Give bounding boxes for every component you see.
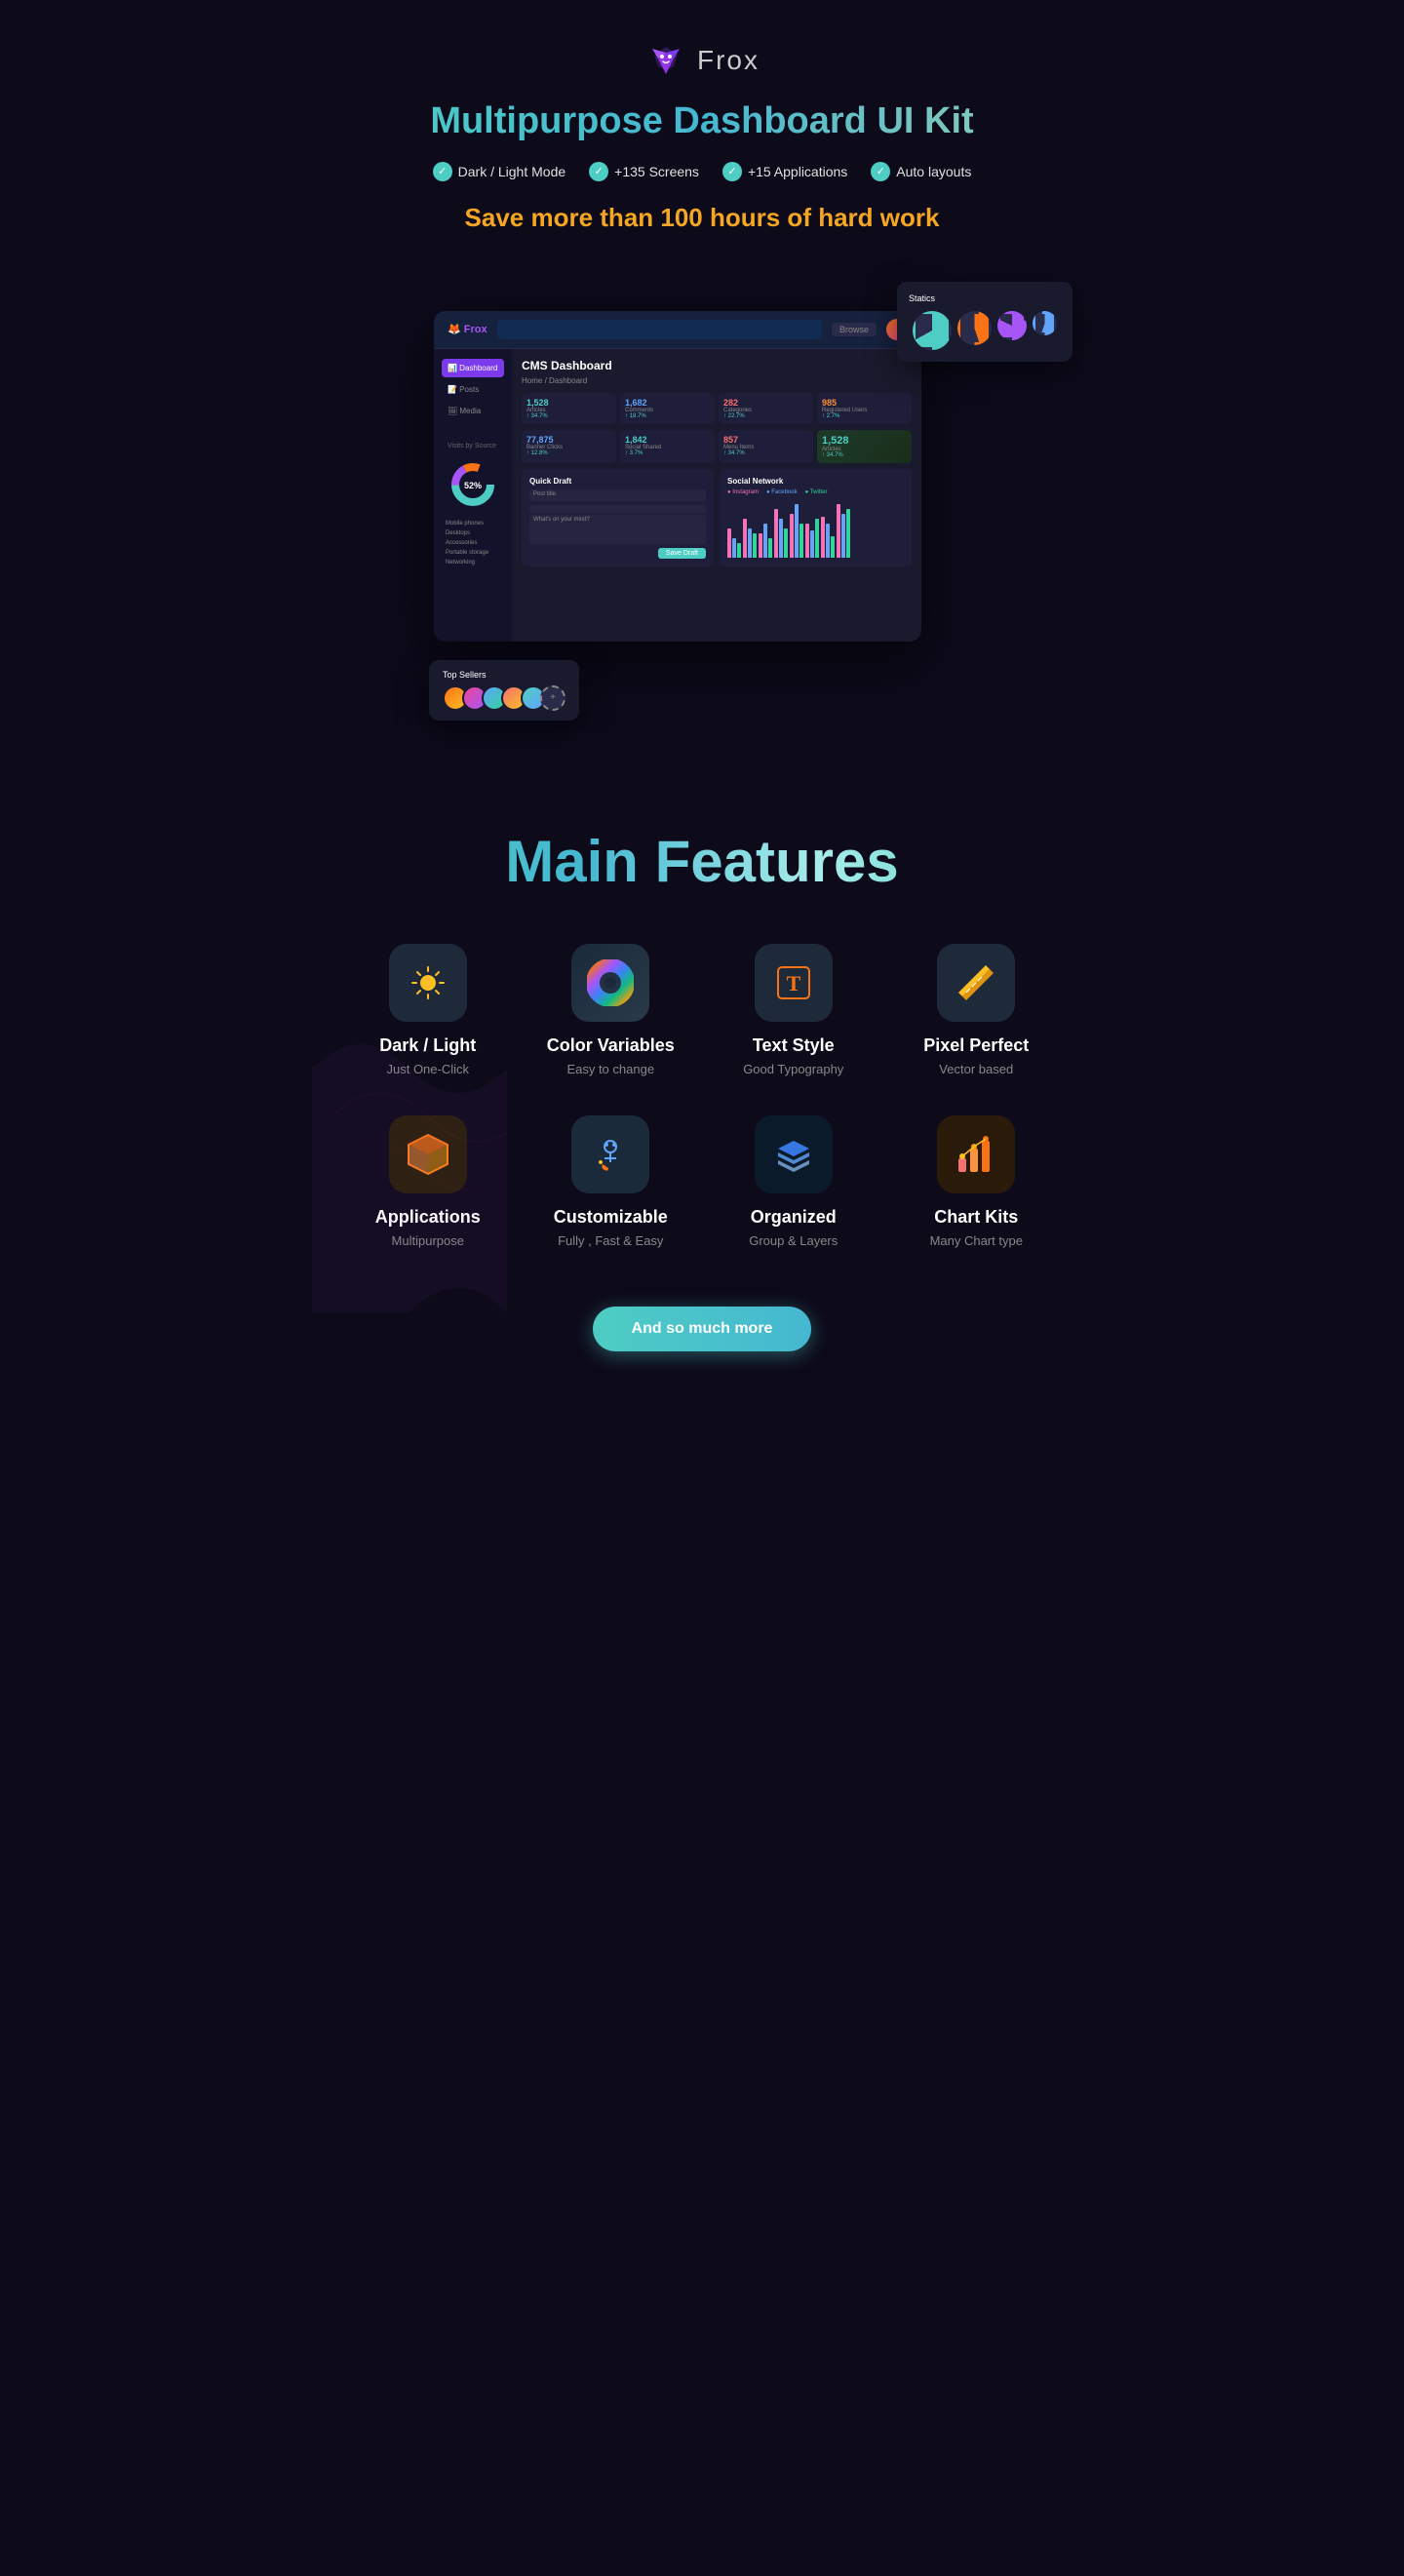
db-stats-grid-2: 77,875 Banner Clicks ↑ 12.8% 1,842 Socia… xyxy=(522,430,912,463)
feature-text-style: T Text Style Good Typography xyxy=(717,944,871,1076)
feature-icon-pixel xyxy=(937,944,1015,1022)
stat-categories: 282 Categories ↑ 22.7% xyxy=(719,393,813,424)
feature-customizable: Customizable Fully , Fast & Easy xyxy=(534,1115,688,1248)
logo-row: Frox xyxy=(332,39,1072,82)
seller-avatar-add: + xyxy=(540,685,566,711)
color-wheel-icon xyxy=(587,959,634,1006)
feature-icon-text: T xyxy=(755,944,833,1022)
sidebar-item-dashboard[interactable]: 📊 Dashboard xyxy=(442,359,504,377)
float-stats-card: Statics xyxy=(897,282,1072,362)
feature-sub-text: Good Typography xyxy=(743,1062,843,1076)
feature-sub-custom: Fully , Fast & Easy xyxy=(558,1233,663,1248)
feature-icon-chart xyxy=(937,1115,1015,1193)
badge-dark-light: ✓ Dark / Light Mode xyxy=(433,162,566,181)
feature-name-pixel: Pixel Perfect xyxy=(923,1035,1029,1056)
social-chart xyxy=(727,499,904,558)
top-sellers-avatars: + xyxy=(443,685,566,711)
feature-pixel-perfect: Pixel Perfect Vector based xyxy=(900,944,1054,1076)
top-sellers-float: Top Sellers + xyxy=(429,660,579,721)
feature-sub-pixel: Vector based xyxy=(939,1062,1013,1076)
top-sellers-title: Top Sellers xyxy=(443,670,566,680)
circle-3 xyxy=(997,311,1027,340)
check-icon-2: ✓ xyxy=(589,162,608,181)
logo-text: Frox xyxy=(697,45,760,76)
db-search-bar xyxy=(497,320,822,339)
db-main-content: CMS Dashboard Home / Dashboard 1,528 Art… xyxy=(512,349,921,642)
db-logo: 🦊 Frox xyxy=(448,323,488,335)
circle-1 xyxy=(913,311,952,350)
social-network-card: Social Network ● Instagram ● Facebook ● … xyxy=(720,469,912,566)
feature-name-custom: Customizable xyxy=(554,1207,668,1228)
mini-circles xyxy=(909,311,1061,350)
sidebar-item-media[interactable]: 🖼 Media xyxy=(442,402,504,420)
svg-text:T: T xyxy=(786,971,800,995)
more-btn-wrap: And so much more xyxy=(351,1307,1053,1351)
float-card-title: Statics xyxy=(909,293,1061,303)
donut-chart: 52% xyxy=(448,460,497,509)
more-button[interactable]: And so much more xyxy=(593,1307,812,1351)
sidebar-item-posts[interactable]: 📝 Posts xyxy=(442,380,504,399)
chart-icon xyxy=(953,1131,999,1178)
sidebar-categories: Mobile phones Desktops Accessories Porta… xyxy=(442,519,504,567)
badge-screens: ✓ +135 Screens xyxy=(589,162,699,181)
db-breadcrumb: Home / Dashboard xyxy=(522,376,912,385)
text-style-icon: T xyxy=(770,959,817,1006)
badges-row: ✓ Dark / Light Mode ✓ +135 Screens ✓ +15… xyxy=(332,162,1072,181)
stat-articles: 1,528 Articles ↑ 34.7% xyxy=(522,393,616,424)
stat-users: 985 Registered Users ↑ 2.7% xyxy=(817,393,912,424)
feature-name-org: Organized xyxy=(751,1207,837,1228)
stat-menu: 857 Menu Items ↑ 34.7% xyxy=(719,430,813,463)
circle-4 xyxy=(1033,311,1057,335)
feature-sub-color: Easy to change xyxy=(566,1062,654,1076)
feature-color-variables: Color Variables Easy to change xyxy=(534,944,688,1076)
db-sidebar: 📊 Dashboard 📝 Posts 🖼 Media Visits by So… xyxy=(434,349,512,642)
feature-organized: Organized Group & Layers xyxy=(717,1115,871,1248)
feature-icon-color xyxy=(571,944,649,1022)
db-browse-btn: Browse xyxy=(832,323,877,336)
layers-icon xyxy=(770,1131,817,1178)
db-stats-grid: 1,528 Articles ↑ 34.7% 1,682 Comments ↑ … xyxy=(522,393,912,424)
db-bottom-grid: Quick Draft Post title What's on your mi… xyxy=(522,469,912,566)
sun-icon xyxy=(407,961,449,1004)
badge-applications: ✓ +15 Applications xyxy=(722,162,847,181)
main-title: Multipurpose Dashboard UI Kit xyxy=(332,99,1072,144)
ruler-icon xyxy=(953,959,999,1006)
feature-chart-kits: Chart Kits Many Chart type xyxy=(900,1115,1054,1248)
feature-sub-org: Group & Layers xyxy=(749,1233,838,1248)
customizable-icon xyxy=(587,1131,634,1178)
feature-icon-dark-light xyxy=(389,944,467,1022)
db-body: 📊 Dashboard 📝 Posts 🖼 Media Visits by So… xyxy=(434,349,921,642)
circle-2 xyxy=(957,311,992,345)
db-page-title: CMS Dashboard xyxy=(522,359,912,372)
check-icon-3: ✓ xyxy=(722,162,742,181)
check-icon-4: ✓ xyxy=(871,162,890,181)
badge-auto-layouts: ✓ Auto layouts xyxy=(871,162,971,181)
features-section: Main Features Dark / Light Just One-Clic… xyxy=(312,808,1092,1410)
stat-extra: 1,528 Articles ↑ 34.7% xyxy=(817,430,912,463)
header: Frox Multipurpose Dashboard UI Kit ✓ Dar… xyxy=(312,0,1092,282)
stat-comments: 1,682 Comments ↑ 18.7% xyxy=(620,393,715,424)
dashboard-preview: Statics 🦊 Frox Browse 📊 Dashboard 📝 Post… xyxy=(332,282,1072,750)
feature-name-text: Text Style xyxy=(753,1035,835,1056)
feature-icon-org xyxy=(755,1115,833,1193)
stat-social: 1,842 Social Shared ↑ 3.7% xyxy=(620,430,715,463)
frox-logo-icon xyxy=(644,39,687,82)
features-title: Main Features xyxy=(351,828,1053,895)
feature-sub-chart: Many Chart type xyxy=(930,1233,1023,1248)
feature-name-chart: Chart Kits xyxy=(934,1207,1018,1228)
quick-draft-card: Quick Draft Post title What's on your mi… xyxy=(522,469,714,566)
dashboard-main-window: 🦊 Frox Browse 📊 Dashboard 📝 Posts 🖼 Medi… xyxy=(434,311,921,642)
db-topbar: 🦊 Frox Browse xyxy=(434,311,921,349)
stat-banner: 77,875 Banner Clicks ↑ 12.8% xyxy=(522,430,616,463)
feature-icon-custom xyxy=(571,1115,649,1193)
svg-text:52%: 52% xyxy=(464,481,482,490)
check-icon-1: ✓ xyxy=(433,162,452,181)
sidebar-visits: Visits by Source xyxy=(442,440,504,452)
feature-name-color: Color Variables xyxy=(547,1035,675,1056)
save-text: Save more than 100 hours of hard work xyxy=(332,203,1072,233)
bg-wave-left xyxy=(312,1020,507,1312)
